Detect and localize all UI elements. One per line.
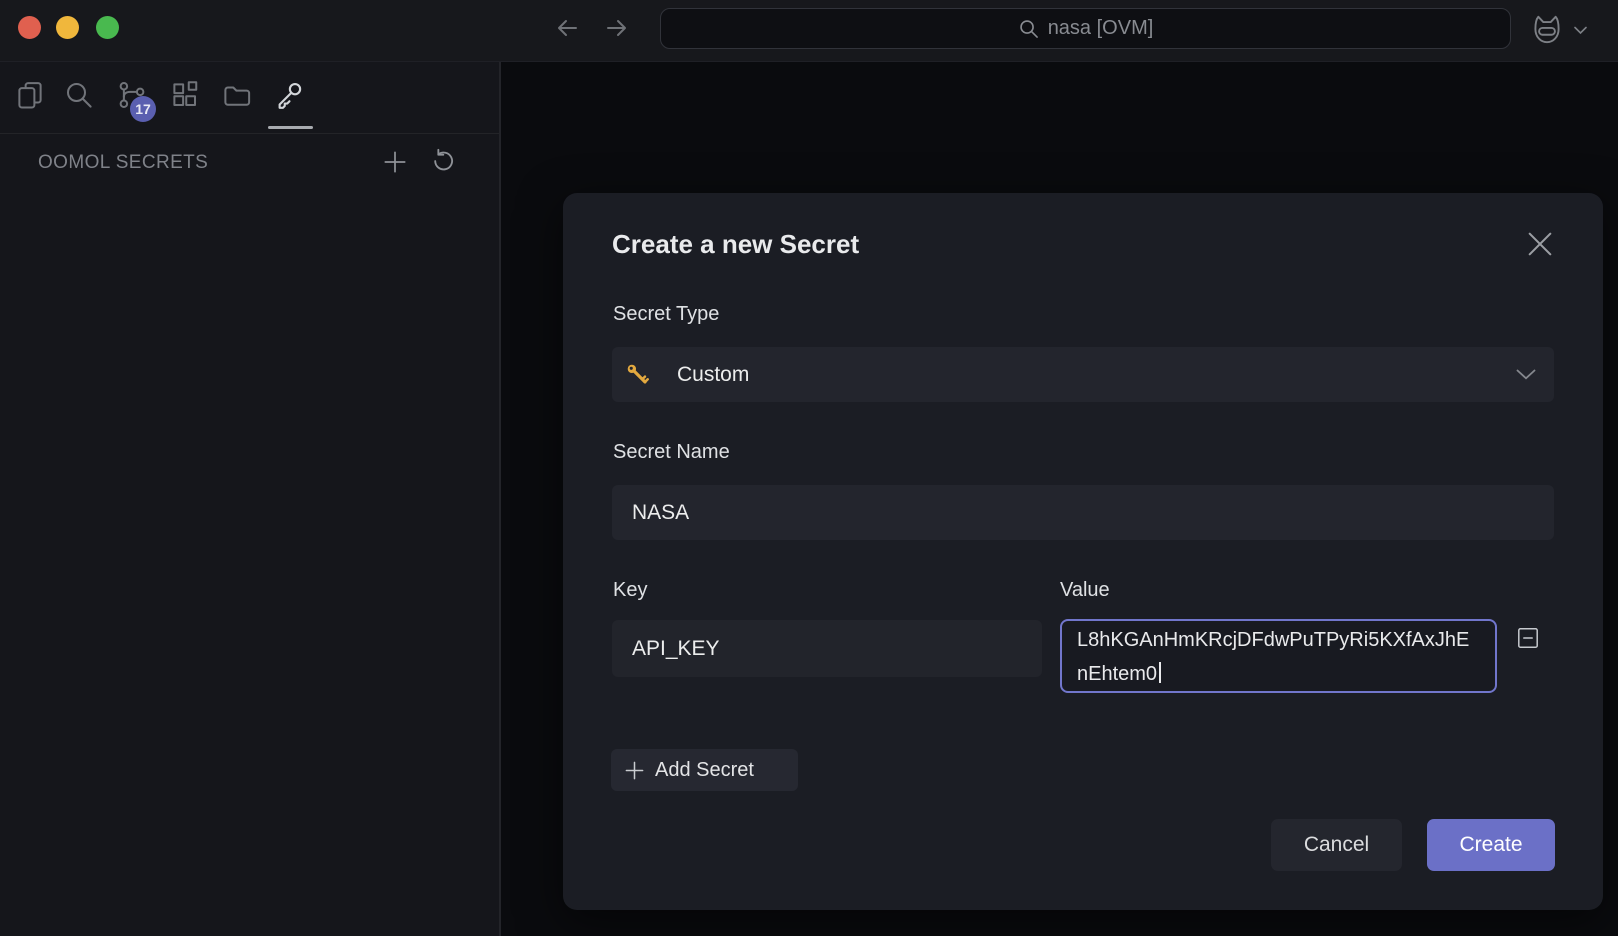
search-icon [1018,18,1039,39]
mascot-cat-icon [1528,14,1566,46]
titlebar: nasa [OVM] [0,0,1618,62]
key-input[interactable] [612,620,1042,677]
modal-title: Create a new Secret [612,229,859,260]
search-panel-icon[interactable] [64,80,94,110]
secret-type-label: Secret Type [613,303,719,326]
window-zoom-button[interactable] [96,16,119,39]
active-tab-indicator [268,126,313,129]
key-label: Key [613,579,647,602]
remove-row-minus-square-icon[interactable] [1516,625,1542,651]
search-query-text: nasa [OVM] [1048,17,1154,40]
back-arrow-icon[interactable] [552,13,584,45]
create-secret-modal: Create a new Secret Secret Type Custom S… [563,193,1603,910]
files-icon[interactable] [15,80,45,110]
folder-icon[interactable] [221,80,251,110]
window-close-button[interactable] [18,16,41,39]
add-secret-label: Add Secret [655,759,754,782]
chevron-down-icon [1574,26,1587,35]
value-input-text: L8hKGAnHmKRcjDFdwPuTPyRi5KXfAxJhEnEhtem0 [1077,629,1469,685]
refresh-icon[interactable] [430,148,458,176]
secrets-panel-title: OOMOL SECRETS [38,152,208,174]
plus-icon [624,760,645,781]
close-icon[interactable] [1527,229,1557,259]
secret-type-select[interactable]: Custom [612,347,1554,402]
create-button[interactable]: Create [1427,819,1555,871]
add-secret-button[interactable]: Add Secret [611,749,798,791]
secret-type-value: Custom [677,363,749,387]
add-secret-panel-icon[interactable] [381,148,409,176]
extensions-icon[interactable] [170,80,200,110]
gold-key-icon [625,362,650,387]
source-control-badge: 17 [130,96,156,122]
secrets-key-icon[interactable] [274,80,304,110]
command-search-bar[interactable]: nasa [OVM] [660,8,1511,49]
sidebar: 17 OOMOL SECRETS [0,62,500,936]
secret-name-label: Secret Name [613,441,730,464]
value-label: Value [1060,579,1110,602]
account-menu[interactable] [1528,10,1600,50]
activity-bar: 17 [0,62,500,134]
forward-arrow-icon[interactable] [602,13,634,45]
select-chevron-down-icon [1516,369,1536,380]
window-minimize-button[interactable] [56,16,79,39]
cancel-button[interactable]: Cancel [1271,819,1402,871]
value-input[interactable]: L8hKGAnHmKRcjDFdwPuTPyRi5KXfAxJhEnEhtem0 [1060,619,1497,693]
secret-name-input[interactable] [612,485,1554,540]
